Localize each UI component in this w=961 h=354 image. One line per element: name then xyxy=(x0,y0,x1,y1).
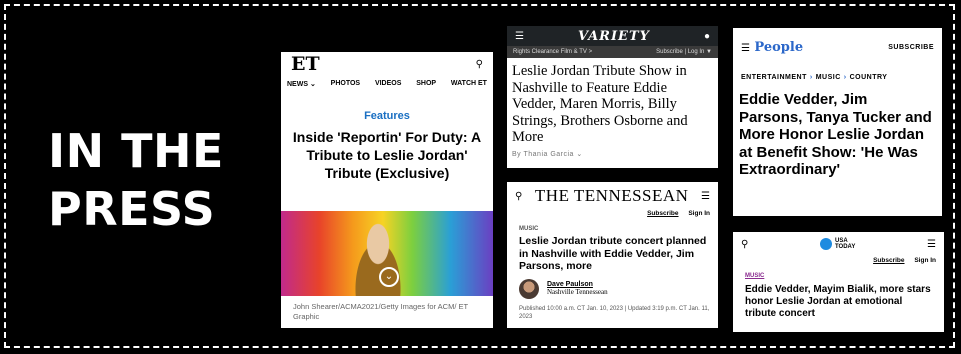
breadcrumb: ENTERTAINMENT › MUSIC › COUNTRY xyxy=(733,56,942,81)
nav-photos[interactable]: PHOTOS xyxy=(331,80,360,88)
et-header: ET ⚲ xyxy=(281,52,493,76)
variety-article-title[interactable]: Leslie Jordan Tribute Show in Nashville … xyxy=(507,58,718,146)
variety-logo[interactable]: VARIETY xyxy=(578,29,650,44)
user-icon[interactable]: ● xyxy=(704,31,710,42)
search-icon[interactable]: ⚲ xyxy=(515,191,522,202)
author-block: Dave Paulson Nashville Tennessean xyxy=(507,273,718,299)
variety-subbar: Rights Clearance Film & TV > Subscribe |… xyxy=(507,46,718,58)
nav-videos[interactable]: VIDEOS xyxy=(375,80,401,88)
menu-icon[interactable]: ☰ xyxy=(927,239,936,250)
heading-line-2: PRESS xyxy=(48,182,216,236)
section-label[interactable]: MUSIC xyxy=(733,264,944,279)
nav-shop[interactable]: SHOP xyxy=(416,80,436,88)
author-org: Nashville Tennessean xyxy=(547,288,608,296)
menu-icon[interactable]: ☰ xyxy=(701,191,710,202)
subscribe-button[interactable]: SUBSCRIBE xyxy=(888,44,934,51)
crumb-entertainment[interactable]: ENTERTAINMENT xyxy=(741,74,807,81)
nav-watch-et[interactable]: WATCH ET xyxy=(451,80,487,88)
usatoday-article-card[interactable]: ⚲ USA TODAY ☰ Subscribe Sign In MUSIC Edd… xyxy=(733,232,944,332)
menu-icon[interactable]: ☰ xyxy=(741,43,750,54)
in-the-press-heading: IN THE PRESS xyxy=(48,122,224,238)
logo-today: TODAY xyxy=(835,244,856,250)
subscribe-link[interactable]: Subscribe xyxy=(647,210,678,217)
chevron-right-icon: › xyxy=(843,74,847,81)
tennessean-article-title[interactable]: Leslie Jordan tribute concert planned in… xyxy=(507,232,718,273)
variety-header: ☰ VARIETY ● xyxy=(507,26,718,46)
rights-clearance-link[interactable]: Rights Clearance Film & TV > xyxy=(513,49,592,55)
usatoday-logo[interactable]: USA TODAY xyxy=(820,238,855,250)
search-icon[interactable]: ⚲ xyxy=(476,59,483,70)
subscribe-login-link[interactable]: Subscribe | Log In ▼ xyxy=(656,49,712,55)
author-name[interactable]: Dave Paulson xyxy=(547,281,608,288)
et-photo-caption: John Shearer/ACMA2021/Getty Images for A… xyxy=(281,296,493,328)
et-logo[interactable]: ET xyxy=(291,53,320,75)
search-icon[interactable]: ⚲ xyxy=(741,239,748,250)
publish-date: Published 10:00 a.m. CT Jan. 10, 2023 | … xyxy=(519,305,710,320)
sign-in-link[interactable]: Sign In xyxy=(688,210,710,217)
people-article-title[interactable]: Eddie Vedder, Jim Parsons, Tanya Tucker … xyxy=(733,81,942,179)
variety-byline[interactable]: By Thania Garcia ⌄ xyxy=(507,146,718,162)
tennessean-logo[interactable]: THE TENNESSEAN xyxy=(535,186,689,206)
usatoday-dot-icon xyxy=(820,238,832,250)
nav-news[interactable]: NEWS ⌄ xyxy=(287,80,316,88)
chevron-right-icon: › xyxy=(809,74,813,81)
tennessean-links: Subscribe Sign In xyxy=(507,206,718,217)
section-label[interactable]: MUSIC xyxy=(507,217,718,232)
sign-in-link[interactable]: Sign In xyxy=(914,257,936,264)
crumb-music[interactable]: MUSIC xyxy=(816,74,841,81)
avatar xyxy=(519,278,539,299)
people-logo[interactable]: People xyxy=(754,40,803,55)
subscribe-link[interactable]: Subscribe xyxy=(873,257,904,264)
usatoday-header: ⚲ USA TODAY ☰ xyxy=(733,232,944,250)
variety-article-card[interactable]: ☰ VARIETY ● Rights Clearance Film & TV >… xyxy=(507,26,718,168)
et-article-title[interactable]: Inside 'Reportin' For Duty: A Tribute to… xyxy=(281,128,493,182)
tennessean-header: ⚲ THE TENNESSEAN ☰ xyxy=(507,182,718,206)
people-article-card[interactable]: ☰ People SUBSCRIBE ENTERTAINMENT › MUSIC › C… xyxy=(733,28,942,216)
et-kicker[interactable]: Features xyxy=(281,110,493,122)
person-photo xyxy=(343,217,413,307)
tennessean-article-card[interactable]: ⚲ THE TENNESSEAN ☰ Subscribe Sign In MUS… xyxy=(507,182,718,328)
usatoday-article-title[interactable]: Eddie Vedder, Mayim Bialik, more stars h… xyxy=(733,279,944,320)
people-header: ☰ People SUBSCRIBE xyxy=(733,28,942,56)
et-nav: NEWS ⌄ PHOTOS VIDEOS SHOP WATCH ET xyxy=(281,76,493,92)
crumb-country[interactable]: COUNTRY xyxy=(850,74,888,81)
usatoday-links: Subscribe Sign In xyxy=(733,250,944,264)
heading-line-1: IN THE xyxy=(48,124,224,178)
menu-icon[interactable]: ☰ xyxy=(515,31,524,42)
et-article-card[interactable]: ET ⚲ NEWS ⌄ PHOTOS VIDEOS SHOP WATCH ET … xyxy=(281,52,493,328)
chevron-down-icon[interactable]: ⌄ xyxy=(379,267,399,287)
